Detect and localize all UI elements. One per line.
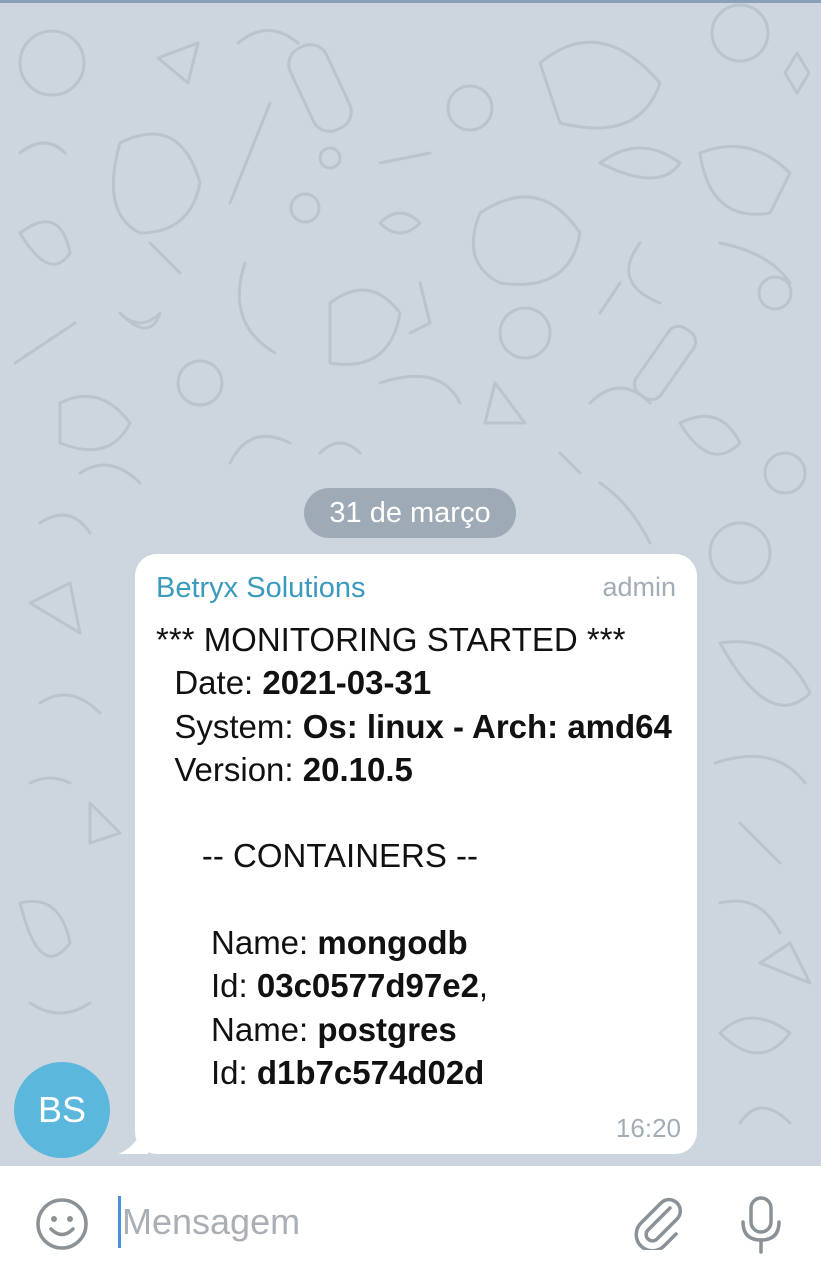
message-line-label: Name:: [156, 924, 318, 962]
message-line: Version: 20.10.5: [156, 748, 686, 791]
message-line-value: 2021-03-31: [262, 664, 432, 702]
message-line-value: postgres: [317, 1010, 457, 1048]
sender-role-badge: admin: [602, 572, 676, 602]
message-line-value: Os: linux - Arch: amd64: [302, 707, 672, 745]
sender-name[interactable]: Betryx Solutions: [156, 572, 366, 605]
message-line: -- CONTAINERS --: [156, 834, 686, 877]
date-separator: 31 de março: [304, 488, 516, 538]
message-line-suffix: ,: [478, 967, 489, 1005]
message-line-label: Date:: [156, 664, 263, 702]
message-line: Id: d1b7c574d02d: [156, 1051, 686, 1094]
message-line-label: System:: [156, 707, 303, 745]
message-line: [156, 878, 686, 921]
message-line-label: Id:: [156, 967, 257, 1005]
message-line-label: Id:: [156, 1053, 257, 1091]
message-line-label: *** MONITORING STARTED ***: [156, 621, 626, 658]
message-input[interactable]: [122, 1196, 602, 1248]
message-line: Name: postgres: [156, 1008, 686, 1051]
message-line-value: d1b7c574d02d: [256, 1053, 485, 1091]
message-line: Id: 03c0577d97e2,: [156, 964, 686, 1007]
message-line-value: mongodb: [317, 924, 468, 962]
message-line-value: 03c0577d97e2: [256, 967, 479, 1005]
message-line: Name: mongodb: [156, 921, 686, 964]
message-time: 16:20: [615, 1113, 681, 1143]
paperclip-icon[interactable]: [630, 1194, 686, 1250]
message-line: System: Os: linux - Arch: amd64: [156, 705, 686, 748]
message-line: Date: 2021-03-31: [156, 661, 686, 704]
message-composer: [0, 1166, 821, 1280]
message-bubble[interactable]: Betryx Solutions admin *** MONITORING ST…: [135, 554, 697, 1154]
message-text: *** MONITORING STARTED *** Date: 2021-03…: [156, 618, 686, 1094]
message-line-value: 20.10.5: [302, 750, 413, 788]
text-cursor: [118, 1196, 121, 1248]
message-line-label: -- CONTAINERS --: [156, 837, 479, 875]
avatar[interactable]: BS: [14, 1062, 110, 1158]
message-line: [156, 791, 686, 834]
emoji-icon[interactable]: [34, 1196, 90, 1252]
message-line-label: Name:: [156, 1010, 318, 1048]
microphone-icon[interactable]: [736, 1194, 786, 1256]
message-line: *** MONITORING STARTED ***: [156, 618, 686, 661]
message-line-label: Version:: [156, 750, 303, 788]
